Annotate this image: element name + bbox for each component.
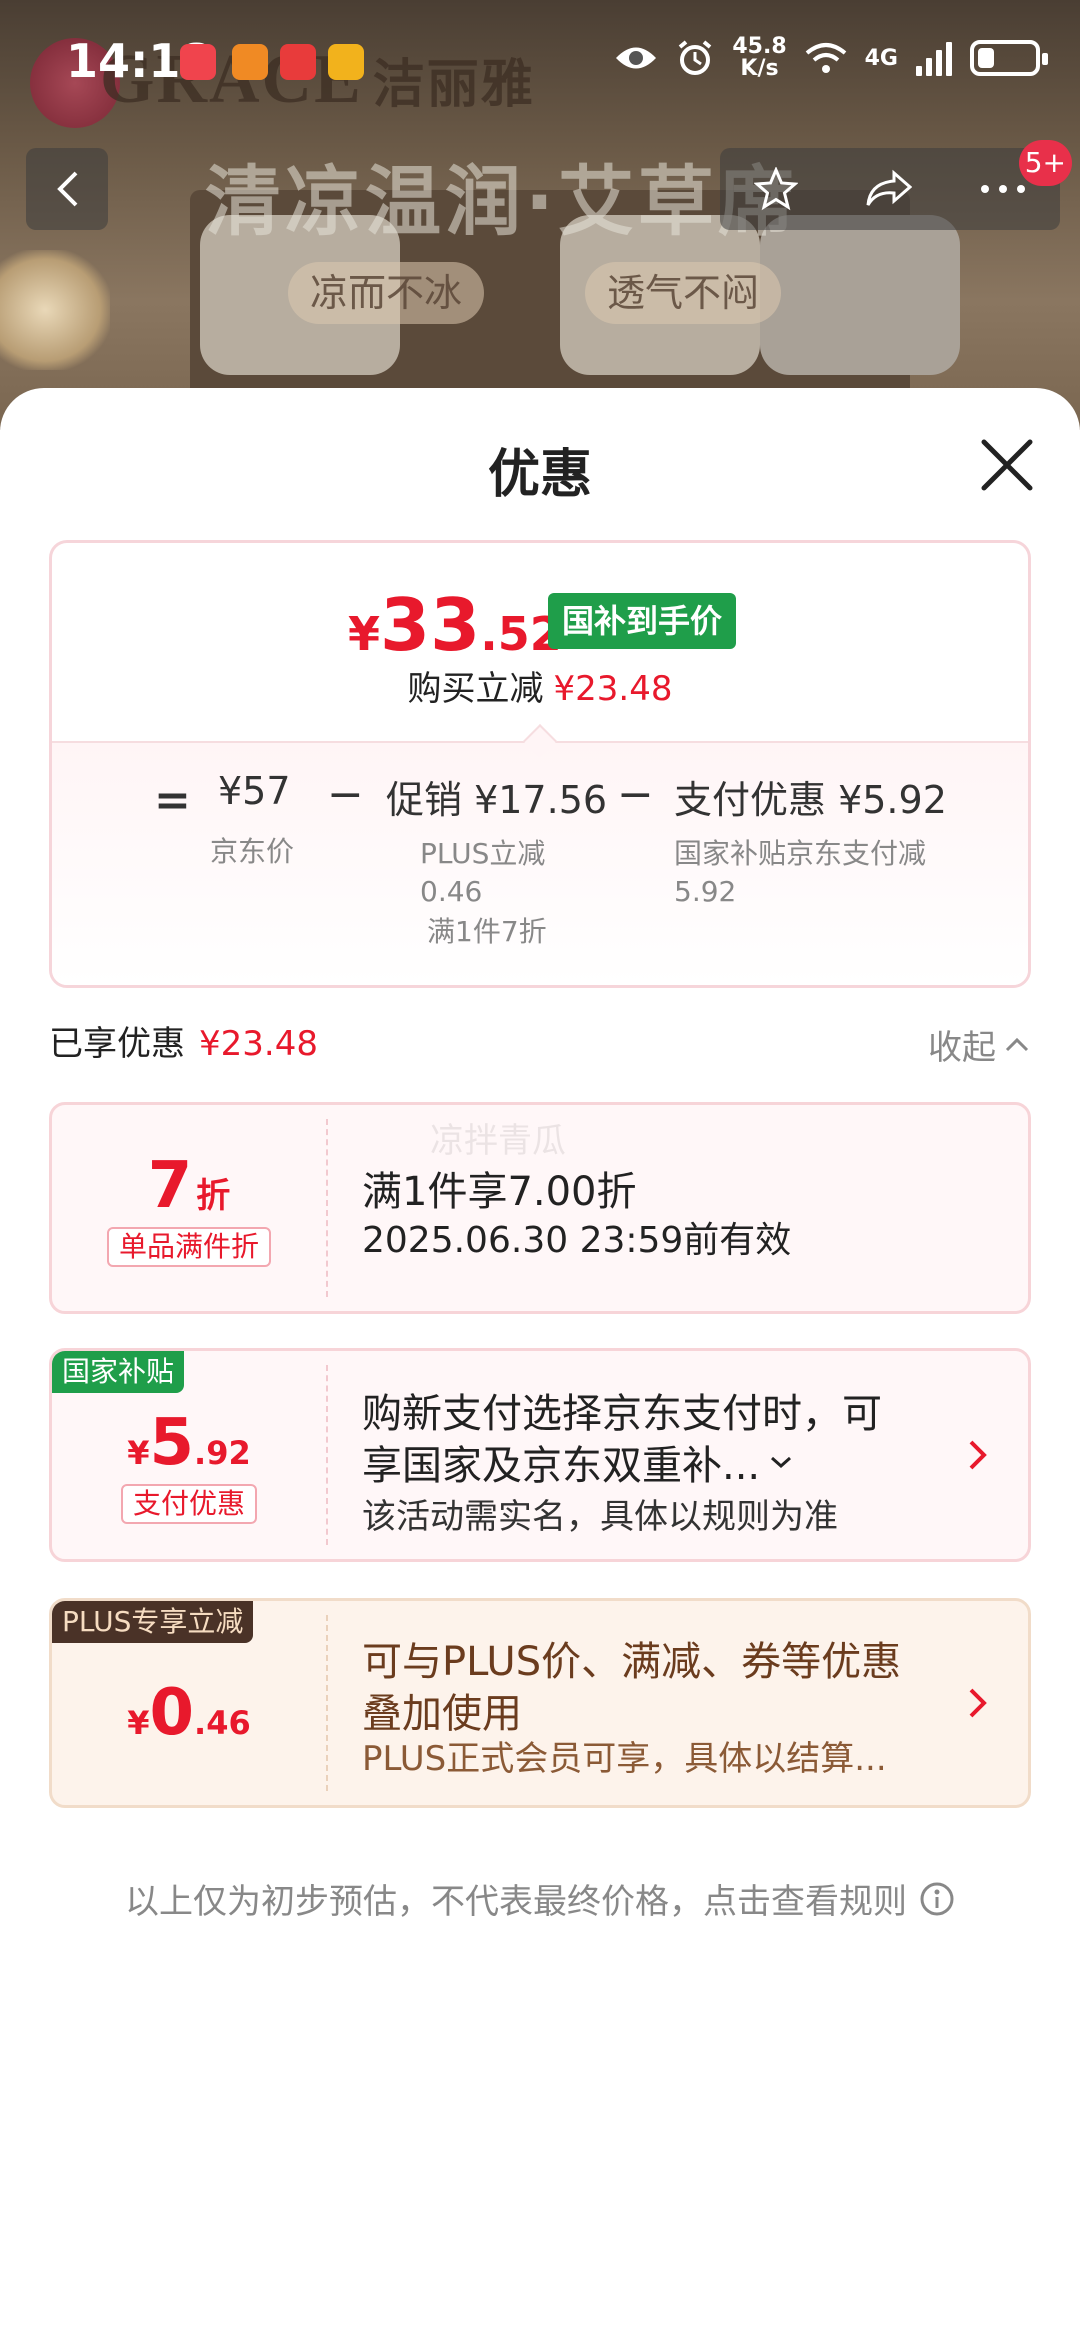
plus-reduce-note: PLUS立减 0.46: [420, 837, 546, 908]
ghost-text: 凉拌青瓜: [430, 1121, 566, 1161]
full-piece-note: 满1件7折: [427, 915, 547, 948]
discount-rate: 7折: [147, 1149, 231, 1223]
banner-title: 清凉温润·艾草席: [205, 157, 798, 246]
payment-discount: 支付优惠 ¥5.92: [674, 778, 947, 822]
sheet-title: 优惠: [487, 445, 592, 505]
enjoyed-discount: 已享优惠 ¥23.48: [49, 1024, 318, 1064]
chevron-right-icon[interactable]: [966, 1685, 990, 1721]
close-icon[interactable]: [978, 436, 1036, 494]
offer-card-plus[interactable]: ¥0.46 PLUS专享立减 可与PLUS价、满减、券等优惠 叠加使用 PLUS…: [49, 1598, 1031, 1808]
notification-badge: 5+: [1018, 140, 1072, 186]
offer-desc-line[interactable]: 享国家及京东双重补...: [362, 1433, 968, 1491]
chevron-down-icon: [771, 1456, 792, 1469]
banner-tag: 透气不闷: [585, 262, 782, 324]
share-icon[interactable]: [866, 169, 912, 209]
chevron-up-icon: [1005, 1037, 1029, 1051]
wifi-icon: [805, 43, 846, 73]
info-icon[interactable]: [919, 1881, 955, 1917]
eye-icon: [616, 47, 657, 69]
plus-amount: ¥0.46: [127, 1676, 251, 1750]
news-app-icon: [280, 44, 316, 80]
offer-title: 满1件享7.00折: [362, 1169, 637, 1215]
minus-sign: −: [617, 769, 654, 820]
offer-desc-line: 可与PLUS价、满减、券等优惠: [362, 1639, 902, 1685]
collapse-button[interactable]: 收起: [928, 1020, 1030, 1069]
price-summary-card: ¥33.52 国补到手价 购买立减 ¥23.48 = ¥57 − 促销 ¥17.5…: [49, 540, 1031, 988]
net-speed: 45.8 K/s: [732, 34, 787, 81]
final-price: ¥33.52: [348, 583, 562, 667]
offer-note: PLUS正式会员可享，具体以结算...: [362, 1739, 887, 1779]
plus-tag: PLUS专享立减: [52, 1601, 254, 1643]
subsidy-amount: ¥5.92: [127, 1406, 251, 1480]
signal-icon: [916, 40, 952, 76]
star-icon[interactable]: [754, 167, 798, 211]
video-app-icon: [232, 44, 268, 80]
promo-discount: 促销 ¥17.56: [386, 778, 608, 822]
offer-validity: 2025.06.30 23:59前有效: [362, 1220, 792, 1261]
offer-desc-line: 购新支付选择京东支付时，可: [362, 1391, 882, 1437]
nav-actions: [720, 148, 1060, 230]
network-type: 4G: [864, 45, 898, 71]
rules-disclaimer[interactable]: 以上仅为初步预估，不代表最终价格，点击查看规则: [0, 1874, 1080, 1923]
jd-price: ¥57: [218, 769, 291, 813]
offer-card-subsidy[interactable]: ¥5.92 支付优惠 国家补贴 购新支付选择京东支付时，可 享国家及京东双重补.…: [49, 1348, 1031, 1562]
offer-note: 该活动需实名，具体以规则为准: [362, 1497, 838, 1537]
minus-sign: −: [327, 769, 364, 820]
shopping-app-icon: [180, 44, 216, 80]
offer-type-pill: 支付优惠: [120, 1484, 257, 1524]
equals-sign: =: [154, 775, 191, 826]
status-bar: 14:18 45.8 K/s 4G: [0, 0, 1080, 120]
offer-type-pill: 单品满件折: [106, 1227, 271, 1267]
chevron-right-icon[interactable]: [966, 1437, 990, 1473]
more-icon[interactable]: [980, 184, 1026, 194]
banner-tag: 凉而不冰: [288, 262, 485, 324]
battery-icon: [970, 40, 1048, 76]
lamp-image: [0, 250, 110, 370]
subsidy-tag: 国家补贴: [52, 1351, 185, 1393]
buy-reduce: 购买立减 ¥23.48: [407, 669, 673, 709]
back-button[interactable]: [26, 148, 108, 230]
shop-app-icon: [328, 44, 364, 80]
chevron-left-icon: [57, 171, 78, 207]
offer-card-discount[interactable]: 凉拌青瓜 7折 单品满件折 满1件享7.00折 2025.06.30 23:59…: [49, 1102, 1031, 1314]
jd-price-label: 京东价: [210, 835, 295, 868]
payment-note: 国家补贴京东支付减5.92: [674, 837, 927, 908]
subsidy-price-badge: 国补到手价: [548, 593, 737, 649]
discount-sheet: 优惠 ¥33.52 国补到手价 购买立减 ¥23.48 = ¥57 − 促销 ¥1…: [0, 388, 1080, 2340]
alarm-icon: [679, 40, 712, 75]
